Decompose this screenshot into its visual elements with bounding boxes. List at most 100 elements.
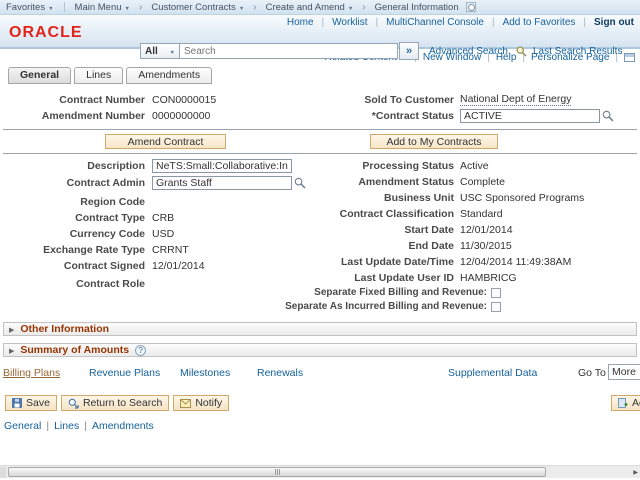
search-input[interactable] [180,43,398,59]
goto-select[interactable]: More [608,364,640,380]
tab-general[interactable]: General [8,67,71,84]
double-chevron-icon [406,45,412,57]
breadcrumb-create-and-amend[interactable]: Create and Amend [266,2,354,13]
contract-admin-input[interactable] [152,176,292,190]
amend-contract-button[interactable]: Amend Contract [105,134,226,149]
processing-status-row: Processing Status Active [335,159,637,172]
multichannel-console-link[interactable]: MultiChannel Console [386,17,502,28]
field-value: 11/30/2015 [460,240,512,252]
amendment-number-value: 0000000000 [152,110,210,122]
amendments-link[interactable]: Amendments [92,420,154,432]
breadcrumb-label: Customer Contracts [151,2,235,13]
section-title: Other Information [20,323,109,335]
expand-arrow-icon [9,323,14,335]
section-title: Summary of Amounts [20,344,129,356]
notify-button[interactable]: Notify [173,395,229,411]
grip-icon [275,469,276,475]
tab-bar: General Lines Amendments [8,67,640,84]
chevron-down-icon [170,46,175,57]
revenue-plans-link[interactable]: Revenue Plans [89,367,160,379]
breadcrumb-divider [64,2,65,12]
home-link[interactable]: Home [287,17,332,28]
tab-amendments[interactable]: Amendments [126,67,212,84]
separate-incurred-billing-checkbox[interactable] [491,302,501,312]
scroll-right-arrow-icon[interactable] [633,469,638,476]
field-value: Standard [460,208,503,220]
sold-to-customer-row: Sold To Customer National Dept of Energy [335,93,637,106]
save-button[interactable]: Save [5,395,57,411]
help-icon[interactable] [135,345,146,356]
lookup-icon[interactable] [294,177,306,189]
field-label: Contract Admin [0,177,152,189]
supplemental-data-link[interactable]: Supplemental Data [448,367,537,379]
general-link[interactable]: General [4,420,54,432]
field-label: Last Update Date/Time [335,256,460,268]
lookup-icon[interactable] [602,110,614,122]
separate-fixed-billing-checkbox[interactable] [491,288,501,298]
renewals-link[interactable]: Renewals [257,367,303,379]
field-label: Amendment Number [0,110,152,122]
other-information-section[interactable]: Other Information [3,322,637,336]
breadcrumb-customer-contracts[interactable]: Customer Contracts [151,2,244,13]
favorites-menu[interactable]: Favorites [6,2,54,13]
breadcrumb-label: General Information [375,2,459,13]
field-label: Last Update User ID [335,272,460,284]
last-update-user-row: Last Update User ID HAMBRICG [335,271,637,284]
header-links: Home Worklist MultiChannel Console Add t… [287,17,634,28]
sign-out-link[interactable]: Sign out [594,17,634,28]
grip-icon [279,469,280,475]
search-results-icon [516,46,527,57]
separate-incurred-billing-row: Separate As Incurred Billing and Revenue… [335,301,501,312]
field-label: Business Unit [335,192,460,204]
add-to-favorites-link[interactable]: Add to Favorites [503,17,594,28]
collapsible-sections: Other Information Summary of Amounts [3,322,637,357]
start-date-row: Start Date 12/01/2014 [335,223,637,236]
header: ORACLE Home Worklist MultiChannel Consol… [0,15,640,49]
billing-plans-link[interactable]: Billing Plans [3,367,60,379]
contract-status-input[interactable] [460,109,600,123]
favorites-label: Favorites [6,2,45,13]
advanced-search-link[interactable]: Advanced Search [429,46,508,57]
field-label: Start Date [335,224,460,236]
save-label: Save [26,397,50,409]
personalize-layout-icon[interactable] [624,53,635,62]
currency-code-row: Currency Code USD [0,227,335,240]
search-go-button[interactable] [399,42,419,60]
contract-number-value: CON0000015 [152,94,216,106]
return-to-search-label: Return to Search [83,397,162,409]
form-header-block: Contract Number CON0000015 Amendment Num… [0,93,640,126]
add-to-my-contracts-button[interactable]: Add to My Contracts [370,134,498,149]
search-scope-select[interactable]: All [140,43,180,59]
contract-role-row: Contract Role [0,277,335,290]
field-label: Contract Type [0,212,152,224]
region-code-row: Region Code [0,195,335,208]
breadcrumb-main-menu[interactable]: Main Menu [75,2,130,13]
return-to-search-button[interactable]: Return to Search [61,395,169,411]
field-value: 12/04/2014 11:49:38AM [460,256,571,268]
contract-signed-row: Contract Signed 12/01/2014 [0,259,335,272]
field-value: 12/01/2014 [460,224,513,236]
field-label: Sold To Customer [335,94,460,106]
last-search-results-link[interactable]: Last Search Results [533,46,623,57]
horizontal-scrollbar[interactable] [0,465,640,478]
sold-to-customer-link[interactable]: National Dept of Energy [460,93,571,106]
summary-of-amounts-section[interactable]: Summary of Amounts [3,343,637,357]
worklist-link[interactable]: Worklist [332,17,386,28]
exchange-rate-type-row: Exchange Rate Type CRRNT [0,243,335,256]
tab-lines[interactable]: Lines [74,67,123,84]
page-zoom-icon[interactable] [466,2,476,12]
add-button[interactable]: Add [611,395,640,411]
form-main-block: Description Contract Admin Region Code C… [0,159,640,315]
grip-icon [277,469,278,475]
field-value: USC Sponsored Programs [460,192,584,204]
scrollbar-thumb[interactable] [8,467,546,477]
description-input[interactable] [152,159,292,173]
milestones-link[interactable]: Milestones [180,367,230,379]
lines-link[interactable]: Lines [54,420,92,432]
field-label: Contract Number [0,94,152,106]
notify-label: Notify [195,397,222,409]
breadcrumb-label: Create and Amend [266,2,345,13]
field-label: Contract Role [0,278,152,290]
field-value: 12/01/2014 [152,260,205,272]
end-date-row: End Date 11/30/2015 [335,239,637,252]
